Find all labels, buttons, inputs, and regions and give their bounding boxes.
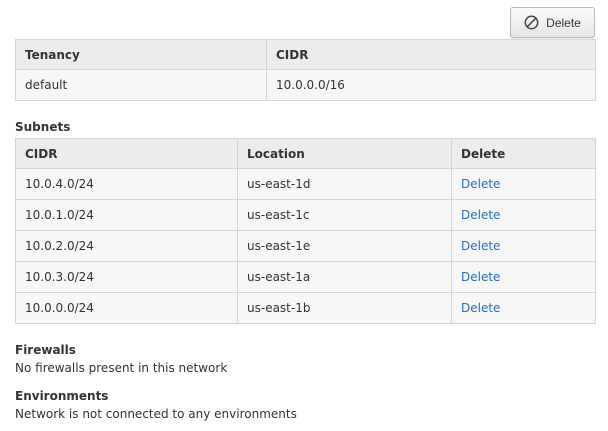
table-row: default 10.0.0.0/16 (15, 69, 596, 101)
subnet-cidr-column-header: CIDR (15, 138, 238, 169)
delete-network-button[interactable]: Delete (510, 7, 595, 38)
subnet-cidr: 10.0.1.0/24 (15, 199, 238, 231)
subnets-table: CIDR Location Delete 10.0.4.0/24 us-east… (15, 138, 596, 324)
network-cidr-value: 10.0.0.0/16 (266, 69, 596, 101)
firewalls-heading: Firewalls (15, 343, 76, 357)
subnet-delete-cell: Delete (451, 199, 596, 231)
subnet-delete-cell: Delete (451, 230, 596, 262)
table-row: 10.0.1.0/24 us-east-1c Delete (15, 199, 596, 231)
delete-subnet-link[interactable]: Delete (461, 270, 500, 284)
subnet-cidr: 10.0.0.0/24 (15, 292, 238, 324)
subnet-cidr: 10.0.2.0/24 (15, 230, 238, 262)
subnet-delete-cell: Delete (451, 292, 596, 324)
delete-column-header: Delete (451, 138, 596, 169)
prohibited-icon (524, 15, 539, 30)
environments-empty-text: Network is not connected to any environm… (15, 407, 297, 421)
environments-heading: Environments (15, 389, 109, 403)
tenancy-header-row: Tenancy CIDR (15, 39, 596, 70)
firewalls-empty-text: No firewalls present in this network (15, 361, 228, 375)
subnet-delete-cell: Delete (451, 168, 596, 200)
table-row: 10.0.3.0/24 us-east-1a Delete (15, 261, 596, 293)
subnet-location: us-east-1c (237, 199, 452, 231)
subnets-header-row: CIDR Location Delete (15, 138, 596, 169)
cidr-column-header: CIDR (266, 39, 596, 70)
table-row: 10.0.0.0/24 us-east-1b Delete (15, 292, 596, 324)
subnet-location: us-east-1d (237, 168, 452, 200)
subnet-delete-cell: Delete (451, 261, 596, 293)
location-column-header: Location (237, 138, 452, 169)
subnet-cidr: 10.0.4.0/24 (15, 168, 238, 200)
delete-network-button-label: Delete (546, 15, 581, 30)
subnet-location: us-east-1b (237, 292, 452, 324)
table-row: 10.0.2.0/24 us-east-1e Delete (15, 230, 596, 262)
subnets-heading: Subnets (15, 120, 71, 134)
tenancy-value: default (15, 69, 267, 101)
delete-subnet-link[interactable]: Delete (461, 177, 500, 191)
subnet-cidr: 10.0.3.0/24 (15, 261, 238, 293)
tenancy-table: Tenancy CIDR default 10.0.0.0/16 (15, 39, 596, 101)
subnet-location: us-east-1a (237, 261, 452, 293)
subnet-location: us-east-1e (237, 230, 452, 262)
delete-subnet-link[interactable]: Delete (461, 301, 500, 315)
network-details-page: Delete Tenancy CIDR default 10.0.0.0/16 … (0, 0, 608, 431)
tenancy-column-header: Tenancy (15, 39, 267, 70)
delete-subnet-link[interactable]: Delete (461, 208, 500, 222)
delete-subnet-link[interactable]: Delete (461, 239, 500, 253)
table-row: 10.0.4.0/24 us-east-1d Delete (15, 168, 596, 200)
